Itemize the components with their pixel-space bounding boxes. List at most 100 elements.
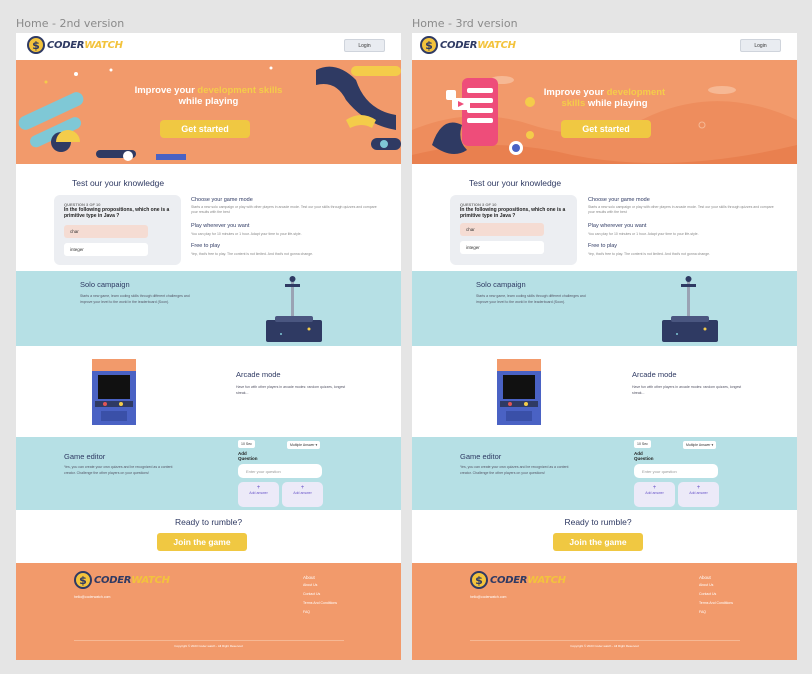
timer-chip[interactable]: 10 Sec — [238, 440, 255, 448]
question-input[interactable]: Enter your question — [634, 464, 718, 478]
coin-icon: $ — [420, 36, 438, 54]
hero-illustration — [412, 76, 797, 164]
arcade-title: Arcade mode — [236, 370, 281, 379]
arcade-title: Arcade mode — [632, 370, 677, 379]
login-button[interactable]: Login — [344, 39, 385, 52]
mode-text-free: Yep, that's free to play. The content is… — [588, 252, 711, 256]
timer-chip[interactable]: 10 Sec — [634, 440, 651, 448]
editor-text: Yes, you can create your own quizzes and… — [460, 465, 569, 475]
footer-link-about[interactable]: About Us — [303, 583, 337, 587]
coin-icon: $ — [27, 36, 45, 54]
footer-email[interactable]: hello@coderwatch.com — [74, 595, 110, 599]
add-answer-label: Add answer — [293, 491, 312, 495]
join-game-button[interactable]: Join the game — [157, 533, 247, 551]
hero-title-line2: while playing — [178, 96, 239, 107]
mode-text-play: You can play for 10 minutes or 1 hour. A… — [588, 232, 699, 236]
arcade-text: Have fun with other players in arcade mo… — [632, 385, 742, 395]
knowledge-title: Test our your knowledge — [72, 178, 165, 188]
footer-heading: About — [699, 575, 711, 580]
artboard-home-v3[interactable]: $ CODERWATCH Login Improve your developm… — [412, 33, 797, 660]
hero-banner: Improve your development skills while pl… — [16, 60, 401, 164]
navbar: $ CODERWATCH Login — [16, 33, 401, 57]
game-editor-section: Game editor Yes, you can create your own… — [16, 437, 401, 510]
get-started-button[interactable]: Get started — [561, 120, 651, 138]
mode-text-choose: Starts a new solo campaign or play with … — [191, 205, 377, 214]
footer-link-about[interactable]: About Us — [699, 583, 733, 587]
artboard-label[interactable]: Home - 3rd version — [412, 17, 518, 30]
footer-link-terms[interactable]: Terms And Conditions — [699, 601, 733, 605]
knowledge-title: Test our your knowledge — [469, 178, 562, 188]
add-answer-button[interactable]: + Add answer — [238, 482, 279, 507]
ready-title: Ready to rumble? — [564, 517, 632, 527]
add-answer-button[interactable]: + Add answer — [634, 482, 675, 507]
logo-text: CODERWATCH — [47, 40, 123, 51]
quiz-question: In the following propositions, which one… — [460, 207, 566, 219]
copyright: Copyright © 2023 Coder watch - All Right… — [570, 644, 639, 648]
mode-text-play: You can play for 10 minutes or 1 hour. A… — [191, 232, 302, 236]
footer-logo[interactable]: $ CODERWATCH — [470, 571, 566, 589]
solo-text: Starts a new game, learn coding skills t… — [80, 294, 190, 304]
mode-title-free: Free to play — [191, 243, 221, 249]
editor-title: Game editor — [64, 452, 106, 461]
quiz-card: QUESTION 3 OF 10 In the following propos… — [450, 195, 577, 265]
hero-title-line2: while playing — [587, 98, 648, 109]
solo-campaign-section: Solo campaign Starts a new game, learn c… — [412, 271, 797, 346]
answer-type-select[interactable]: Multiple Answer ▾ — [683, 441, 717, 449]
editor-text: Yes, you can create your own quizzes and… — [64, 465, 173, 475]
solo-campaign-section: Solo campaign Starts a new game, learn c… — [16, 271, 401, 346]
get-started-button[interactable]: Get started — [160, 120, 250, 138]
logo-text-main: CODER — [490, 574, 528, 586]
chevron-down-icon: ▾ — [315, 443, 318, 447]
footer-link-faq[interactable]: FAQ — [303, 610, 337, 614]
footer-link-contact[interactable]: Contact Us — [699, 592, 733, 596]
artboard-home-v2[interactable]: $ CODERWATCH Login Improve your developm… — [16, 33, 401, 660]
quiz-card: QUESTION 3 OF 10 In the following propos… — [54, 195, 181, 265]
solo-text: Starts a new game, learn coding skills t… — [476, 294, 586, 304]
hero-title: Improve your development skills while pl… — [126, 85, 291, 107]
arcade-machine-icon — [497, 359, 541, 425]
coin-icon: $ — [470, 571, 488, 589]
footer-link-faq[interactable]: FAQ — [699, 610, 733, 614]
logo[interactable]: $ CODERWATCH — [420, 36, 516, 54]
chevron-down-icon: ▾ — [711, 443, 714, 447]
navbar: $ CODERWATCH Login — [412, 33, 797, 57]
add-answer-label: Add answer — [645, 491, 664, 495]
quiz-option-char[interactable]: char — [460, 223, 544, 236]
logo-text-main: CODER — [47, 39, 85, 51]
mode-text-free: Yep, that's free to play. The content is… — [191, 252, 314, 256]
add-answer-button[interactable]: + Add answer — [678, 482, 719, 507]
footer-link-contact[interactable]: Contact Us — [303, 592, 337, 596]
logo-text-accent: WATCH — [527, 574, 566, 586]
mode-title-free: Free to play — [588, 243, 618, 249]
mode-title-play: Play wherever you want — [191, 223, 250, 229]
answer-type-select[interactable]: Multiple Answer ▾ — [287, 441, 321, 449]
footer-divider — [74, 640, 344, 641]
sword-stone-illustration — [662, 276, 718, 342]
logo-text: CODERWATCH — [440, 40, 516, 51]
answer-type-value: Multiple Answer — [686, 443, 711, 447]
logo-text: CODERWATCH — [94, 575, 170, 586]
answer-type-value: Multiple Answer — [290, 443, 315, 447]
footer-link-terms[interactable]: Terms And Conditions — [303, 601, 337, 605]
footer: $ CODERWATCH hello@coderwatch.com About … — [412, 563, 797, 660]
sword-stone-illustration — [266, 276, 322, 342]
logo-text-accent: WATCH — [131, 574, 170, 586]
add-question-label: Add Question — [634, 451, 654, 461]
add-answer-button[interactable]: + Add answer — [282, 482, 323, 507]
footer-heading: About — [303, 575, 315, 580]
question-input[interactable]: Enter your question — [238, 464, 322, 478]
timer-value: 10 Sec — [241, 442, 252, 446]
logo[interactable]: $ CODERWATCH — [27, 36, 123, 54]
add-answer-label: Add answer — [249, 491, 268, 495]
login-button[interactable]: Login — [740, 39, 781, 52]
quiz-option-char[interactable]: char — [64, 225, 148, 238]
join-game-button[interactable]: Join the game — [553, 533, 643, 551]
footer-email[interactable]: hello@coderwatch.com — [470, 595, 506, 599]
mode-text-choose: Starts a new solo campaign or play with … — [588, 205, 774, 214]
artboard-label[interactable]: Home - 2nd version — [16, 17, 124, 30]
quiz-option-integer[interactable]: integer — [64, 243, 148, 256]
quiz-option-integer[interactable]: integer — [460, 241, 544, 254]
footer-logo[interactable]: $ CODERWATCH — [74, 571, 170, 589]
add-answer-label: Add answer — [689, 491, 708, 495]
solo-title: Solo campaign — [80, 280, 130, 289]
